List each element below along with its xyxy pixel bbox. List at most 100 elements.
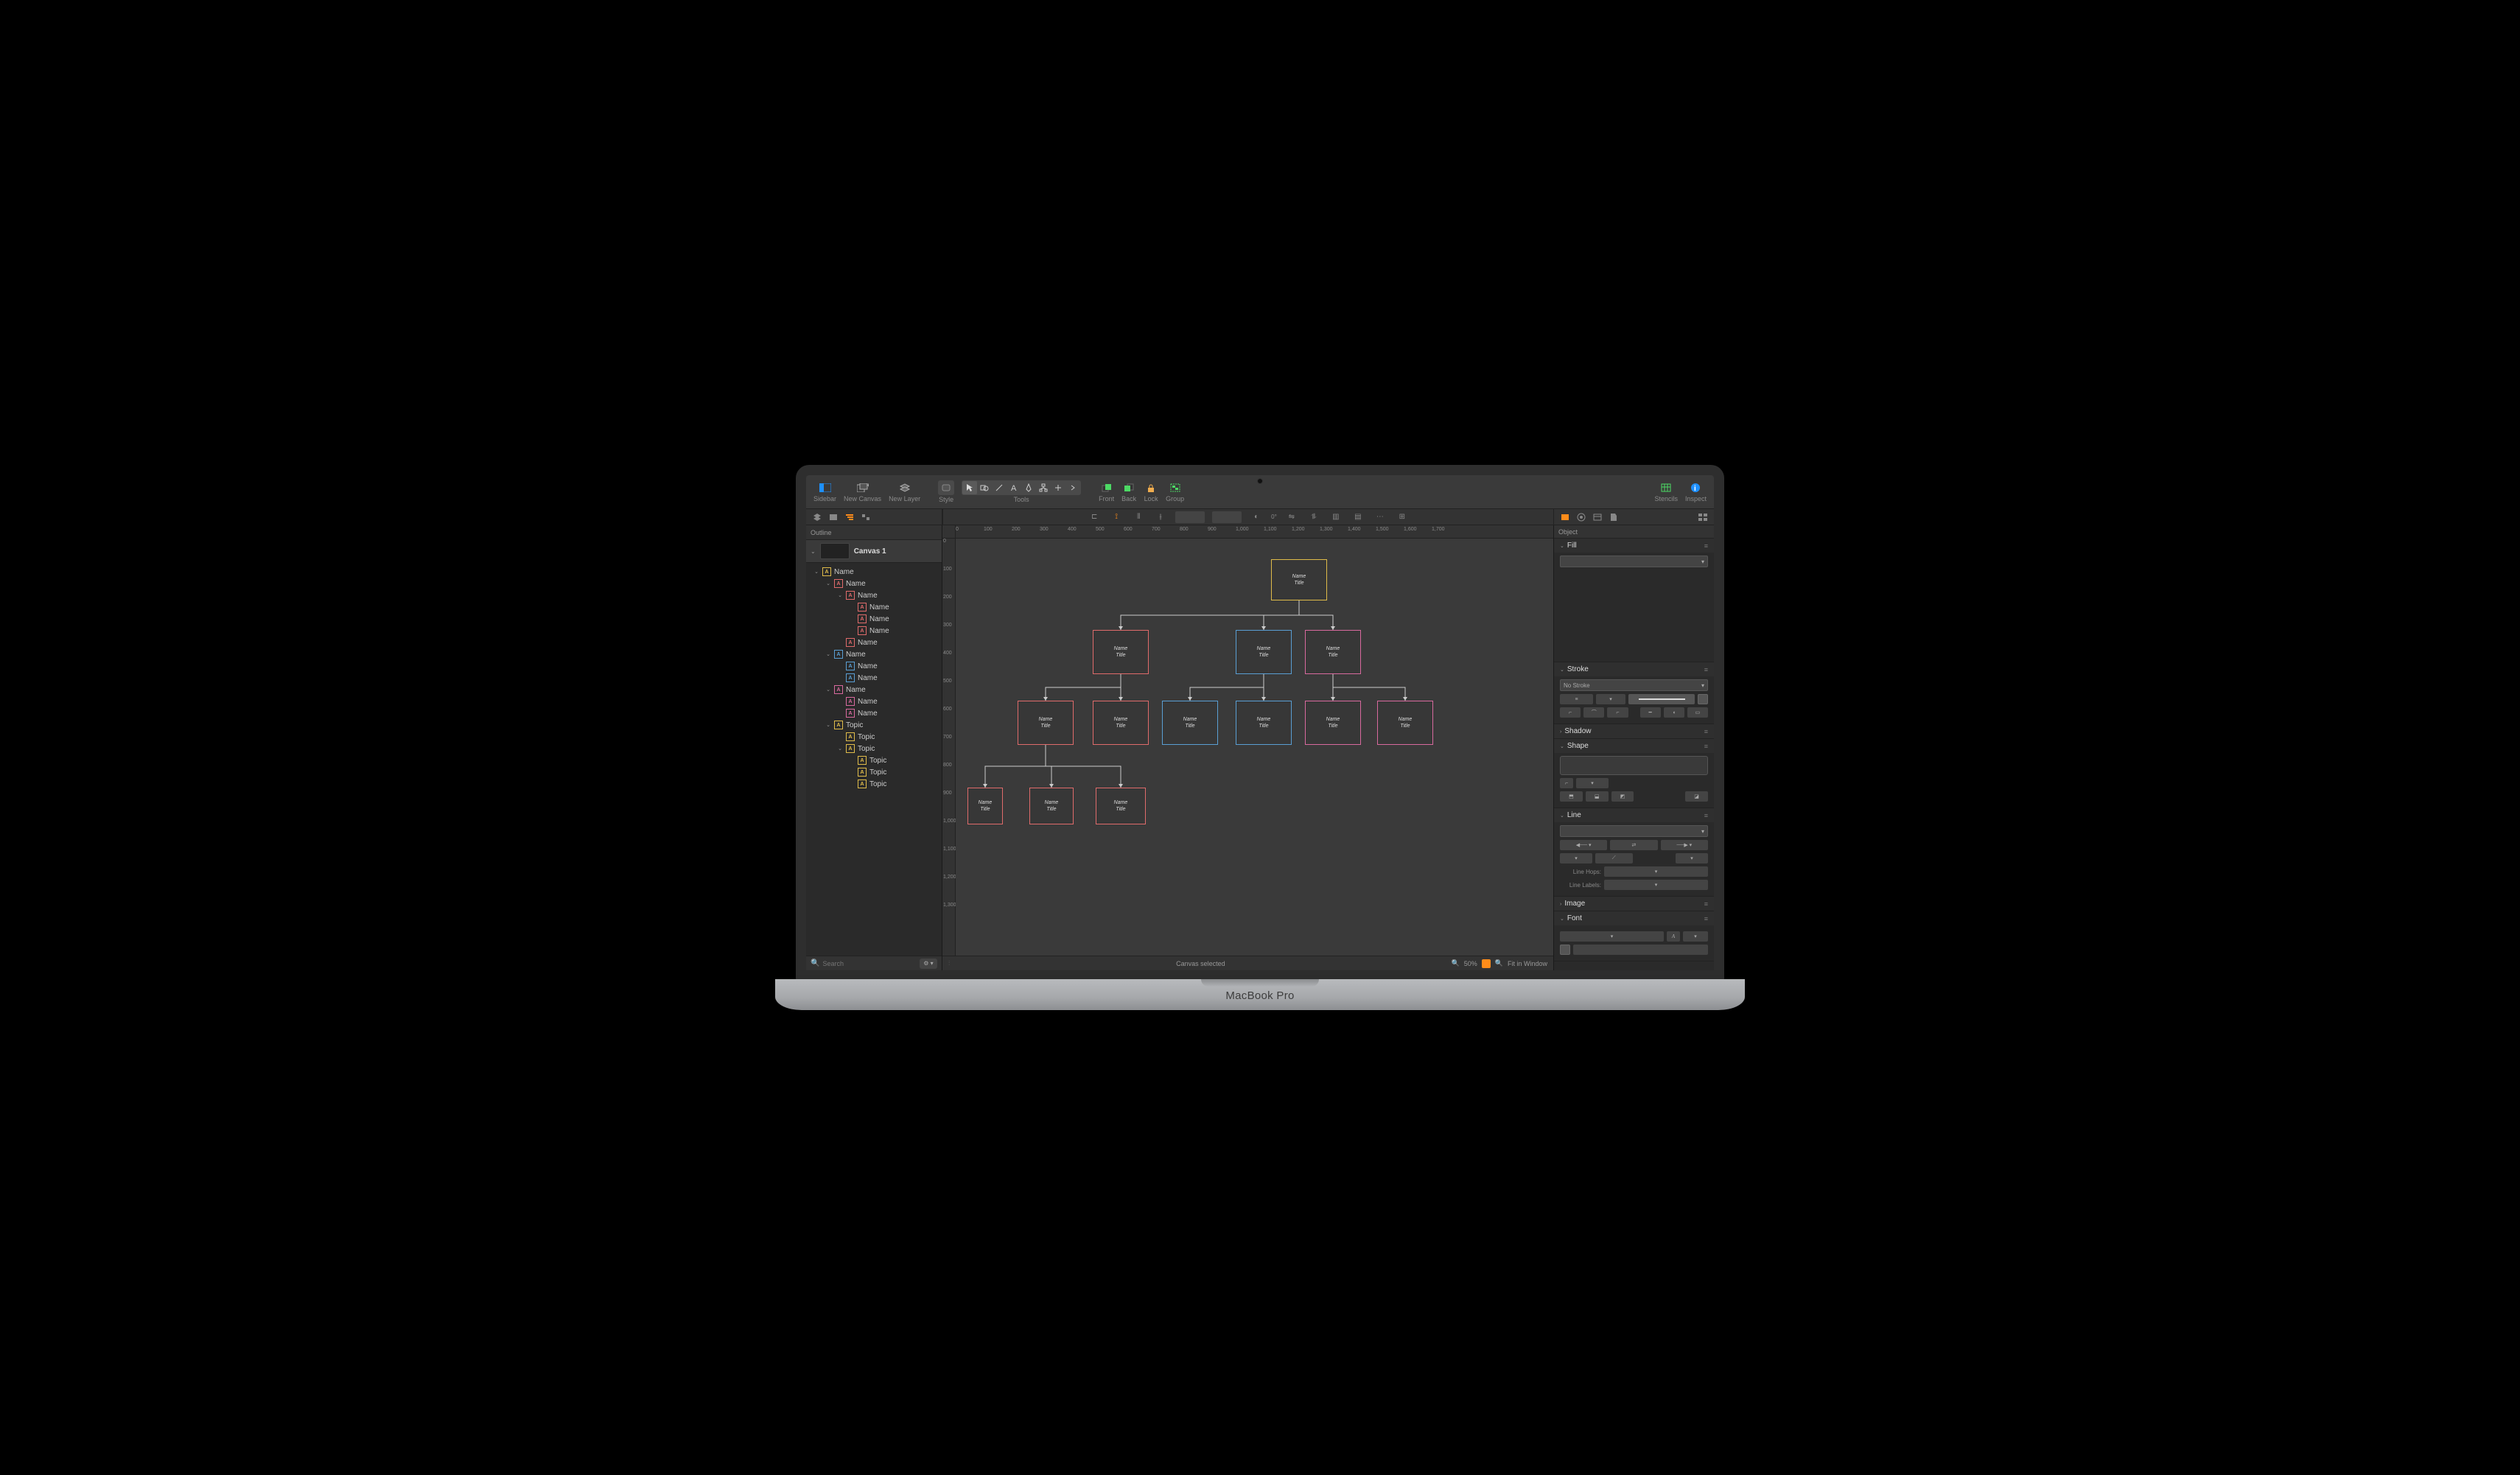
tree-row[interactable]: ⌄ATopic [806, 719, 942, 731]
tree-row[interactable]: ⌄AName [806, 589, 942, 601]
fill-header[interactable]: ⌄Fill ≡ [1554, 539, 1714, 553]
diagram-node[interactable]: NameTitle [1093, 630, 1149, 674]
spacing-icon[interactable]: ⋯ [1373, 511, 1387, 523]
font-family-select[interactable]: ▾ [1560, 931, 1664, 942]
selection-tab[interactable] [859, 511, 872, 523]
stroke-header[interactable]: ⌄Stroke ≡ [1554, 662, 1714, 676]
toolbar-inspect[interactable]: i Inspect [1682, 480, 1709, 504]
shape-op-2[interactable]: ⬓ [1586, 791, 1609, 802]
ruler-vertical[interactable]: 01002003004005006007008009001,0001,1001,… [942, 539, 956, 956]
fill-select[interactable]: ▾ [1560, 556, 1708, 567]
tree-row[interactable]: ⌄AName [806, 625, 942, 637]
line-mid[interactable]: ⇄ [1610, 840, 1657, 850]
section-menu-icon[interactable]: ≡ [1704, 542, 1708, 550]
flip-v-icon[interactable]: ⥮ [1306, 511, 1321, 523]
selection-tool[interactable] [962, 481, 977, 494]
tree-row[interactable]: ⌄AName [806, 601, 942, 613]
chevron-icon[interactable]: ⌄ [813, 569, 819, 575]
diagram-node[interactable]: NameTitle [1162, 701, 1218, 745]
line-head-size[interactable]: ▾ [1676, 853, 1708, 863]
font-size-field[interactable]: ▾ [1683, 931, 1708, 942]
point-tool[interactable] [1051, 481, 1065, 494]
stroke-width-field[interactable]: ▾ [1596, 694, 1625, 704]
cap-square[interactable]: ▭ [1687, 707, 1708, 718]
chevron-icon[interactable]: ⌄ [825, 687, 831, 693]
layers-tab[interactable] [811, 511, 824, 523]
align-left-icon[interactable]: ⊏ [1087, 511, 1102, 523]
y-field[interactable] [1212, 511, 1242, 523]
section-menu-icon[interactable]: ≡ [1704, 743, 1708, 750]
toolbar-sidebar-toggle[interactable]: Sidebar [811, 480, 839, 504]
tree-row[interactable]: ⌄AName [806, 648, 942, 660]
line-start[interactable]: ◀── ▾ [1560, 840, 1607, 850]
cap-round[interactable]: ◖ [1664, 707, 1684, 718]
diagram-node[interactable]: NameTitle [1236, 630, 1292, 674]
flip-h-icon[interactable]: ⇋ [1284, 511, 1299, 523]
toolbar-back[interactable]: Back [1119, 480, 1139, 504]
status-handle-icon[interactable]: ⫶ [948, 959, 950, 967]
diagram-node[interactable]: NameTitle [1096, 788, 1146, 824]
diagram-tool[interactable] [1036, 481, 1051, 494]
font-color-well[interactable] [1560, 945, 1570, 955]
tree-row[interactable]: ⌄AName [806, 566, 942, 578]
toolbar-group[interactable]: Group [1163, 480, 1187, 504]
tree-row[interactable]: ⌄AName [806, 578, 942, 589]
pen-tool[interactable] [1021, 481, 1036, 494]
tree-row[interactable]: ⌄AName [806, 637, 942, 648]
line-labels-select[interactable]: ▾ [1604, 880, 1708, 890]
line-end[interactable]: ──▶ ▾ [1661, 840, 1708, 850]
shadow-header[interactable]: ›Shadow ≡ [1554, 724, 1714, 738]
properties-inspector-tab[interactable] [1575, 511, 1588, 523]
diagram-node[interactable]: NameTitle [1018, 701, 1074, 745]
diagram-node[interactable]: NameTitle [1271, 559, 1327, 600]
list-tab[interactable] [827, 511, 840, 523]
section-menu-icon[interactable]: ≡ [1704, 812, 1708, 819]
diagram-node[interactable]: NameTitle [1305, 701, 1361, 745]
ruler-horizontal[interactable]: 01002003004005006007008009001,0001,1001,… [942, 525, 1553, 539]
line-hops-select[interactable]: ▾ [1604, 866, 1708, 877]
line-tail-size[interactable]: ▾ [1560, 853, 1592, 863]
line-header[interactable]: ⌄Line ≡ [1554, 808, 1714, 822]
zoom-value[interactable]: 50% [1464, 960, 1477, 967]
diagram-node[interactable]: NameTitle [1029, 788, 1074, 824]
canvas-inspector-tab[interactable] [1591, 511, 1604, 523]
tree-row[interactable]: ⌄ATopic [806, 766, 942, 778]
chevron-icon[interactable]: ⌄ [837, 746, 843, 751]
tree-row[interactable]: ⌄ATopic [806, 778, 942, 790]
shape-tool[interactable] [977, 481, 992, 494]
section-menu-icon[interactable]: ≡ [1704, 666, 1708, 673]
tree-row[interactable]: ⌄AName [806, 672, 942, 684]
sidebar-gear-button[interactable]: ⚙ ▾ [920, 959, 937, 969]
corner-radius-field[interactable]: ▾ [1576, 778, 1609, 788]
line-curve[interactable]: ⟋ [1595, 853, 1633, 863]
document-inspector-tab[interactable] [1607, 511, 1620, 523]
tree-row[interactable]: ⌄ATopic [806, 754, 942, 766]
corner-round[interactable]: ⌒ [1583, 707, 1604, 718]
stroke-style-button[interactable]: ≡ [1560, 694, 1593, 704]
object-inspector-tab[interactable] [1558, 511, 1572, 523]
fit-in-window[interactable]: Fit in Window [1508, 960, 1547, 967]
expand-tool[interactable] [1065, 481, 1080, 494]
toolbar-new-layer[interactable]: New Layer [886, 480, 923, 504]
zoom-out-icon[interactable]: 🔍 [1452, 959, 1460, 967]
toolbar-front[interactable]: Front [1096, 480, 1117, 504]
toolbar-stencils[interactable]: Stencils [1651, 480, 1681, 504]
tree-row[interactable]: ⌄AName [806, 660, 942, 672]
corner-bevel[interactable]: ⌐ [1607, 707, 1628, 718]
search-input[interactable] [822, 960, 917, 967]
image-header[interactable]: ›Image ≡ [1554, 897, 1714, 911]
tree-row[interactable]: ⌄AName [806, 684, 942, 696]
shape-op-1[interactable]: ⬒ [1560, 791, 1583, 802]
chevron-icon[interactable]: ⌄ [825, 651, 831, 657]
shape-header[interactable]: ⌄Shape ≡ [1554, 739, 1714, 753]
canvas-item[interactable]: ⌄ Canvas 1 [806, 540, 942, 563]
toolbar-style[interactable]: Style [935, 479, 957, 505]
grid-view-icon[interactable] [1696, 511, 1709, 523]
distribute-group-icon[interactable]: ▤ [1351, 511, 1365, 523]
anchor-icon[interactable]: ⟟ [1109, 511, 1124, 523]
tree-row[interactable]: ⌄AName [806, 696, 942, 707]
toolbar-lock[interactable]: Lock [1141, 480, 1161, 504]
chevron-icon[interactable]: ⌄ [837, 592, 843, 598]
tree-row[interactable]: ⌄AName [806, 707, 942, 719]
x-field[interactable] [1175, 511, 1205, 523]
